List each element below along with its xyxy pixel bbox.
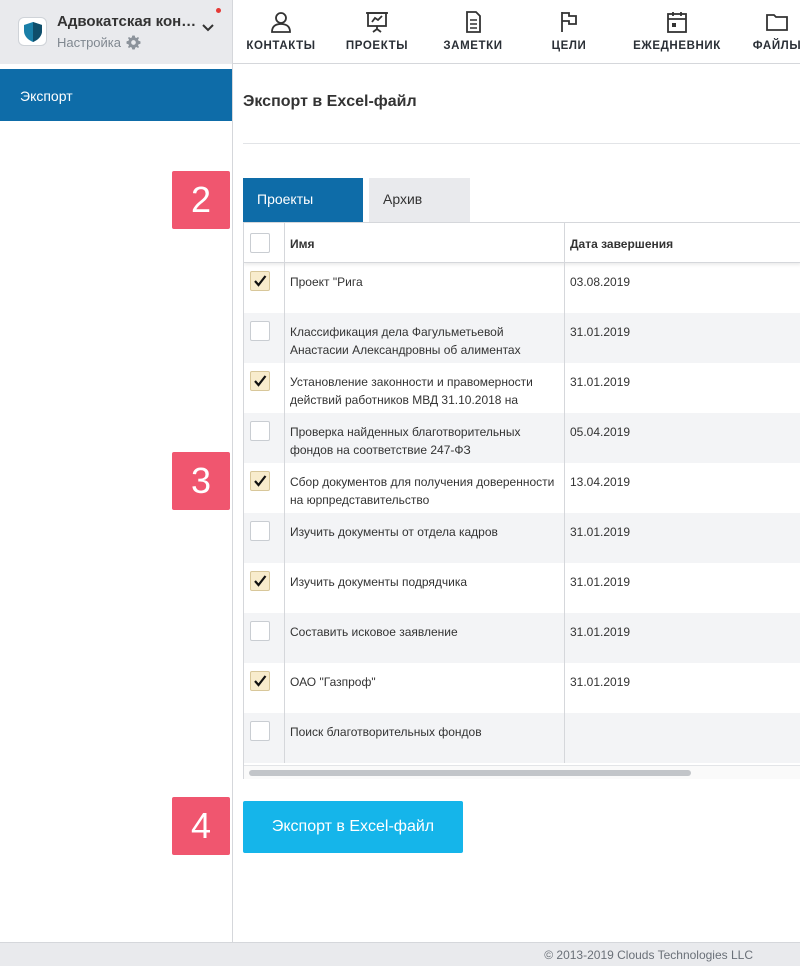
- main-navigation: КОНТАКТЫ ПРОЕКТЫ ЗАМЕТКИ ЦЕЛИ ЕЖЕДНЕВНИК…: [233, 0, 800, 64]
- nav-projects[interactable]: ПРОЕКТЫ: [329, 0, 425, 64]
- table-header: Имя Дата завершения: [244, 223, 800, 263]
- footer: © 2013-2019 Clouds Technologies LLC: [0, 942, 800, 966]
- cell-project-name: Установление законности и правомерности …: [290, 375, 533, 407]
- cell-end-date: 31.01.2019: [570, 525, 631, 539]
- organization-switcher[interactable]: Адвокатская кон… Настройка: [0, 0, 233, 64]
- select-all-checkbox[interactable]: [250, 233, 270, 253]
- cell-project-name: Изучить документы подрядчика: [290, 575, 468, 589]
- row-checkbox[interactable]: [250, 321, 270, 341]
- row-checkbox[interactable]: [250, 721, 270, 741]
- row-checkbox[interactable]: [250, 571, 270, 591]
- nav-label: КОНТАКТЫ: [246, 40, 316, 52]
- cell-end-date: 31.01.2019: [570, 375, 631, 389]
- cell-end-date: 31.01.2019: [570, 325, 631, 339]
- cell-end-date: 31.01.2019: [570, 625, 631, 639]
- shield-logo-icon: [18, 17, 47, 46]
- presentation-board-icon: [366, 12, 388, 33]
- table-row[interactable]: Поиск благотворительных фондов: [244, 713, 800, 763]
- cell-end-date: 31.01.2019: [570, 675, 631, 689]
- column-header-name[interactable]: Имя: [290, 223, 315, 263]
- step-marker: 4: [172, 797, 230, 855]
- scrollbar-thumb[interactable]: [249, 770, 691, 776]
- row-checkbox[interactable]: [250, 471, 270, 491]
- column-divider: [284, 223, 285, 763]
- cell-project-name: Сбор документов для получения довереннос…: [290, 475, 555, 507]
- cell-end-date: 31.01.2019: [570, 575, 631, 589]
- tab-bar: Проекты Архив: [243, 178, 470, 222]
- top-bar: Адвокатская кон… Настройка КОНТАКТЫ ПРОЕ…: [0, 0, 800, 64]
- step-marker: 2: [172, 171, 230, 229]
- nav-label: ЦЕЛИ: [551, 40, 587, 52]
- column-divider: [564, 223, 565, 763]
- nav-files[interactable]: ФАЙЛЫ: [737, 0, 800, 64]
- row-checkbox[interactable]: [250, 271, 270, 291]
- table-row[interactable]: Проект "Рига 03.08.2019: [244, 263, 800, 313]
- cell-project-name: Изучить документы от отдела кадров: [290, 525, 498, 539]
- table-row[interactable]: Составить исковое заявление 31.01.2019: [244, 613, 800, 663]
- cell-project-name: Классификация дела Фагульметьевой Анаста…: [290, 325, 521, 357]
- tab-projects[interactable]: Проекты: [243, 178, 363, 222]
- cell-project-name: Проект "Рига: [290, 275, 363, 289]
- cell-project-name: ОАО "Газпроф": [290, 675, 376, 689]
- calendar-icon: [667, 12, 687, 33]
- copyright-text: © 2013-2019 Clouds Technologies LLC: [544, 948, 753, 962]
- column-header-date[interactable]: Дата завершения: [570, 223, 673, 263]
- folder-icon: [766, 14, 788, 31]
- nav-planner[interactable]: ЕЖЕДНЕВНИК: [617, 0, 737, 64]
- row-checkbox[interactable]: [250, 621, 270, 641]
- organization-name: Адвокатская кон…: [57, 13, 197, 30]
- table-row[interactable]: ОАО "Газпроф" 31.01.2019: [244, 663, 800, 713]
- settings-link[interactable]: Настройка: [57, 35, 141, 50]
- flag-icon: [561, 12, 577, 32]
- tab-archive[interactable]: Архив: [369, 178, 470, 222]
- horizontal-scrollbar[interactable]: [244, 765, 800, 779]
- row-checkbox[interactable]: [250, 521, 270, 541]
- row-checkbox[interactable]: [250, 371, 270, 391]
- table-row[interactable]: Сбор документов для получения довереннос…: [244, 463, 800, 513]
- table-row[interactable]: Изучить документы подрядчика 31.01.2019: [244, 563, 800, 613]
- cell-end-date: 05.04.2019: [570, 425, 631, 439]
- checkmark-icon: [254, 575, 267, 587]
- checkmark-icon: [254, 475, 267, 487]
- divider: [243, 143, 800, 144]
- sidebar-item-export[interactable]: Экспорт: [0, 69, 232, 121]
- checkmark-icon: [254, 375, 267, 387]
- nav-label: ЕЖЕДНЕВНИК: [633, 40, 721, 52]
- row-checkbox[interactable]: [250, 421, 270, 441]
- export-excel-button[interactable]: Экспорт в Excel-файл: [243, 801, 463, 853]
- checkmark-icon: [254, 275, 267, 287]
- document-icon: [466, 11, 481, 33]
- table-row[interactable]: Изучить документы от отдела кадров 31.01.…: [244, 513, 800, 563]
- nav-label: ЗАМЕТКИ: [443, 40, 503, 52]
- step-marker: 3: [172, 452, 230, 510]
- settings-label: Настройка: [57, 35, 121, 50]
- nav-label: ФАЙЛЫ: [752, 40, 800, 52]
- cell-project-name: Составить исковое заявление: [290, 625, 458, 639]
- notification-dot: [216, 8, 221, 13]
- person-icon: [271, 12, 291, 33]
- nav-contacts[interactable]: КОНТАКТЫ: [233, 0, 329, 64]
- table-row[interactable]: Классификация дела Фагульметьевой Анаста…: [244, 313, 800, 363]
- page-title: Экспорт в Excel-файл: [243, 93, 417, 110]
- cell-end-date: 03.08.2019: [570, 275, 631, 289]
- nav-notes[interactable]: ЗАМЕТКИ: [425, 0, 521, 64]
- table-row[interactable]: Установление законности и правомерности …: [244, 363, 800, 413]
- gear-icon: [126, 35, 141, 50]
- cell-project-name: Проверка найденных благотворительных фон…: [290, 425, 521, 457]
- chevron-down-icon[interactable]: [200, 20, 216, 36]
- projects-table: Имя Дата завершения Проект "Рига 03.08.20…: [243, 222, 800, 779]
- nav-label: ПРОЕКТЫ: [345, 40, 409, 52]
- table-row[interactable]: Проверка найденных благотворительных фон…: [244, 413, 800, 463]
- nav-goals[interactable]: ЦЕЛИ: [521, 0, 617, 64]
- cell-project-name: Поиск благотворительных фондов: [290, 725, 482, 739]
- checkmark-icon: [254, 675, 267, 687]
- cell-end-date: 13.04.2019: [570, 475, 631, 489]
- row-checkbox[interactable]: [250, 671, 270, 691]
